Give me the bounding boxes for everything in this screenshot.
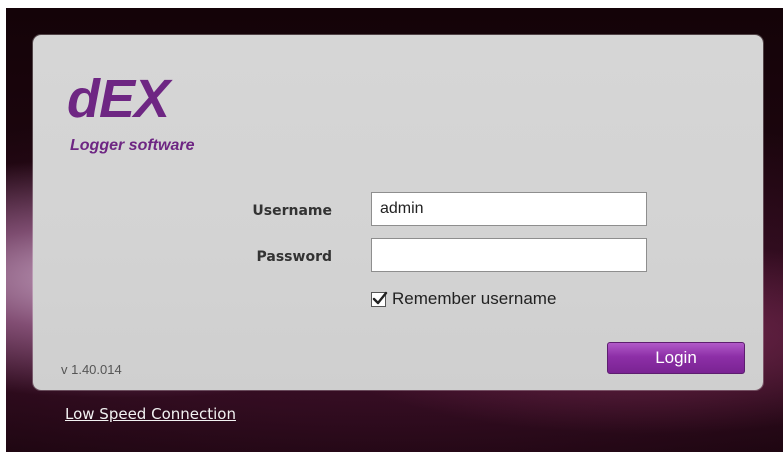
- remember-username-option[interactable]: Remember username: [371, 289, 556, 309]
- app-logo: dEX: [67, 69, 170, 129]
- login-screen: dEX Logger software Username Password Re…: [6, 8, 783, 452]
- username-input[interactable]: [371, 192, 647, 226]
- version-text: v 1.40.014: [61, 362, 122, 377]
- checkmark-icon: [372, 291, 388, 304]
- remember-username-label: Remember username: [392, 289, 557, 308]
- app-tagline: Logger software: [70, 137, 195, 154]
- remember-username-checkbox[interactable]: [371, 291, 388, 307]
- password-input[interactable]: [371, 238, 647, 272]
- username-label: Username: [252, 203, 332, 219]
- low-speed-connection-link[interactable]: Low Speed Connection: [65, 405, 236, 423]
- login-button[interactable]: Login: [607, 342, 745, 374]
- login-panel: dEX Logger software Username Password Re…: [33, 35, 763, 390]
- password-label: Password: [256, 249, 332, 265]
